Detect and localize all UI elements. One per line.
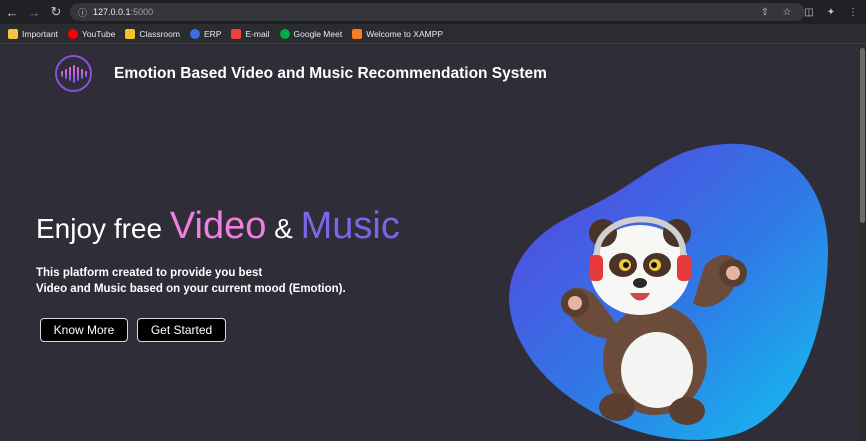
url-port: :5000 — [130, 7, 154, 17]
site-title: Emotion Based Video and Music Recommenda… — [114, 65, 547, 82]
bookmark-important[interactable]: Important — [8, 28, 58, 39]
bookmarks-bar: Important YouTube Classroom ERP E-mail G… — [0, 24, 866, 44]
menu-icon[interactable]: ⋮ — [846, 7, 860, 18]
back-icon[interactable]: ← — [2, 2, 22, 22]
address-bar[interactable]: ⓘ 127.0.0.1:5000 — [70, 3, 805, 21]
know-more-button[interactable]: Know More — [40, 318, 128, 342]
extension-icon[interactable]: ✦ — [824, 7, 838, 18]
page-content: Emotion Based Video and Music Recommenda… — [0, 45, 859, 441]
headline-ampersand: & — [266, 213, 301, 244]
classroom-icon — [125, 28, 136, 39]
bookmark-email[interactable]: E-mail — [231, 28, 270, 39]
bookmark-youtube[interactable]: YouTube — [67, 28, 115, 39]
folder-icon — [8, 28, 18, 39]
headline-part1: Enjoy free — [36, 213, 170, 244]
info-icon[interactable]: ⓘ — [78, 6, 87, 19]
bookmark-classroom[interactable]: Classroom — [125, 28, 180, 39]
scrollbar-thumb[interactable] — [860, 48, 865, 223]
bookmark-star-icon[interactable]: ☆ — [780, 7, 794, 18]
reload-icon[interactable]: ↻ — [46, 2, 66, 22]
bookmark-erp[interactable]: ERP — [189, 28, 221, 39]
subtitle-line2: Video and Music based on your current mo… — [36, 283, 346, 295]
hero-subtitle: This platform created to provide you bes… — [36, 265, 396, 297]
headline-video: Video — [169, 205, 267, 247]
sound-wave-logo-icon[interactable] — [55, 55, 92, 92]
share-icon[interactable]: ⇧ — [758, 7, 772, 18]
panda-headphones-illustration — [561, 216, 747, 425]
headline-music: Music — [300, 205, 400, 247]
browser-toolbar: ← → ↻ ⓘ 127.0.0.1:5000 ⇧ ☆ ◫ ✦ ⋮ — [0, 0, 866, 24]
xampp-icon — [352, 28, 363, 39]
erp-icon — [189, 28, 200, 39]
sidepanel-icon[interactable]: ◫ — [802, 7, 816, 18]
forward-icon[interactable]: → — [24, 2, 44, 22]
hero-headline: Enjoy free Video & Music — [36, 205, 400, 248]
toolbar-actions: ⇧ ☆ ◫ ✦ ⋮ — [758, 3, 860, 21]
url-host: 127.0.0.1 — [93, 7, 131, 17]
bookmark-google-meet[interactable]: Google Meet — [279, 28, 342, 39]
subtitle-line1: This platform created to provide you bes… — [36, 267, 263, 279]
youtube-icon — [67, 28, 78, 39]
google-meet-icon — [279, 28, 290, 39]
get-started-button[interactable]: Get Started — [137, 318, 226, 342]
bookmark-xampp[interactable]: Welcome to XAMPP — [352, 28, 443, 39]
gmail-icon — [231, 28, 242, 39]
